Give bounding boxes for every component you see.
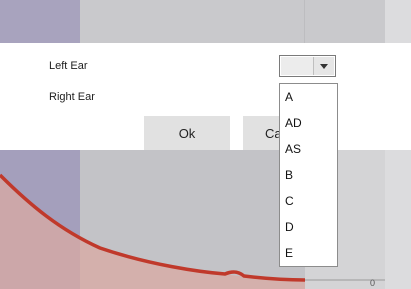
dropdown-option-a[interactable]: A — [280, 84, 337, 110]
chart-band-purple — [0, 0, 80, 43]
dropdown-option-as[interactable]: AS — [280, 136, 337, 162]
dropdown-option-c[interactable]: C — [280, 188, 337, 214]
dropdown-option-ad[interactable]: AD — [280, 110, 337, 136]
chevron-down-icon — [320, 63, 328, 69]
ok-button[interactable]: Ok — [144, 116, 230, 150]
right-ear-label: Right Ear — [49, 91, 95, 103]
axis-zero-label: 0 — [370, 278, 376, 288]
audiogram-chart — [0, 150, 385, 289]
combo-dropdown-list: A AD AS B C D E — [279, 83, 338, 267]
left-ear-label: Left Ear — [49, 60, 88, 72]
dropdown-option-d[interactable]: D — [280, 214, 337, 240]
dropdown-option-e[interactable]: E — [280, 240, 337, 266]
ear-dialog: Left Ear Right Ear Ok Ca — [0, 43, 411, 150]
dropdown-option-b[interactable]: B — [280, 162, 337, 188]
chart-band-grey — [80, 0, 385, 43]
left-ear-combo[interactable] — [279, 55, 336, 77]
dropdown-arrow-button[interactable] — [313, 57, 334, 75]
left-ear-combo-value — [281, 57, 313, 75]
cancel-button[interactable]: Ca — [243, 116, 283, 150]
